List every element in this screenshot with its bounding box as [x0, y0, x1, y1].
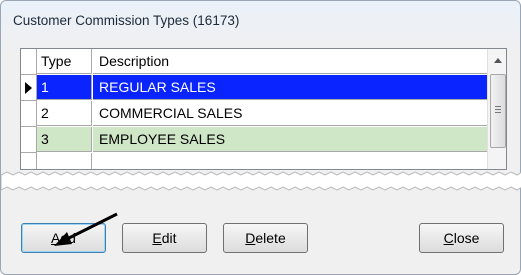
current-row-pointer-icon — [25, 82, 32, 94]
header-indicator-cell — [21, 49, 37, 75]
type-cell[interactable]: 1 — [37, 75, 92, 100]
edit-button[interactable]: Edit — [122, 223, 207, 253]
torn-edge-separator — [1, 171, 521, 191]
commission-types-window: Customer Commission Types (16173) Type D… — [0, 0, 521, 275]
column-header-type[interactable]: Type — [37, 49, 92, 74]
delete-button-mnemonic: D — [245, 230, 256, 246]
delete-button-label-rest: elete — [255, 230, 286, 246]
type-cell[interactable] — [37, 153, 92, 169]
table-row[interactable]: 3 EMPLOYEE SALES — [21, 127, 487, 153]
description-cell[interactable] — [93, 153, 487, 169]
description-cell[interactable]: REGULAR SALES — [93, 75, 487, 100]
window-title: Customer Commission Types (16173) — [13, 13, 240, 28]
edit-button-label-rest: dit — [161, 230, 177, 246]
grip-line — [495, 109, 501, 110]
close-button-mnemonic: C — [443, 230, 454, 246]
row-indicator-cell[interactable] — [21, 75, 37, 101]
row-indicator-cell[interactable] — [21, 101, 37, 127]
row-indicator-cell[interactable] — [21, 127, 37, 153]
row-indicator-cell[interactable] — [21, 153, 37, 169]
edit-button-mnemonic: E — [152, 230, 162, 246]
delete-button[interactable]: Delete — [223, 223, 308, 253]
close-button[interactable]: Close — [419, 223, 504, 253]
scrollbar-thumb[interactable] — [490, 74, 506, 148]
pointer-arrow-icon — [54, 212, 118, 246]
grip-line — [495, 106, 501, 107]
commission-types-grid[interactable]: Type Description 1 REGULAR SALES 2 COMME… — [20, 48, 507, 170]
type-cell[interactable]: 2 — [37, 101, 92, 126]
column-header-description[interactable]: Description — [93, 49, 487, 74]
description-cell[interactable]: EMPLOYEE SALES — [93, 127, 487, 152]
description-cell[interactable]: COMMERCIAL SALES — [93, 101, 487, 126]
scroll-up-arrow-icon[interactable] — [494, 58, 502, 63]
table-row[interactable] — [21, 153, 487, 169]
type-cell[interactable]: 3 — [37, 127, 92, 152]
table-row[interactable]: 1 REGULAR SALES — [21, 75, 487, 101]
grip-line — [495, 112, 501, 113]
grid-header-row: Type Description — [21, 49, 487, 75]
close-button-label-rest: lose — [453, 230, 480, 246]
vertical-scrollbar[interactable] — [487, 49, 506, 169]
table-row[interactable]: 2 COMMERCIAL SALES — [21, 101, 487, 127]
